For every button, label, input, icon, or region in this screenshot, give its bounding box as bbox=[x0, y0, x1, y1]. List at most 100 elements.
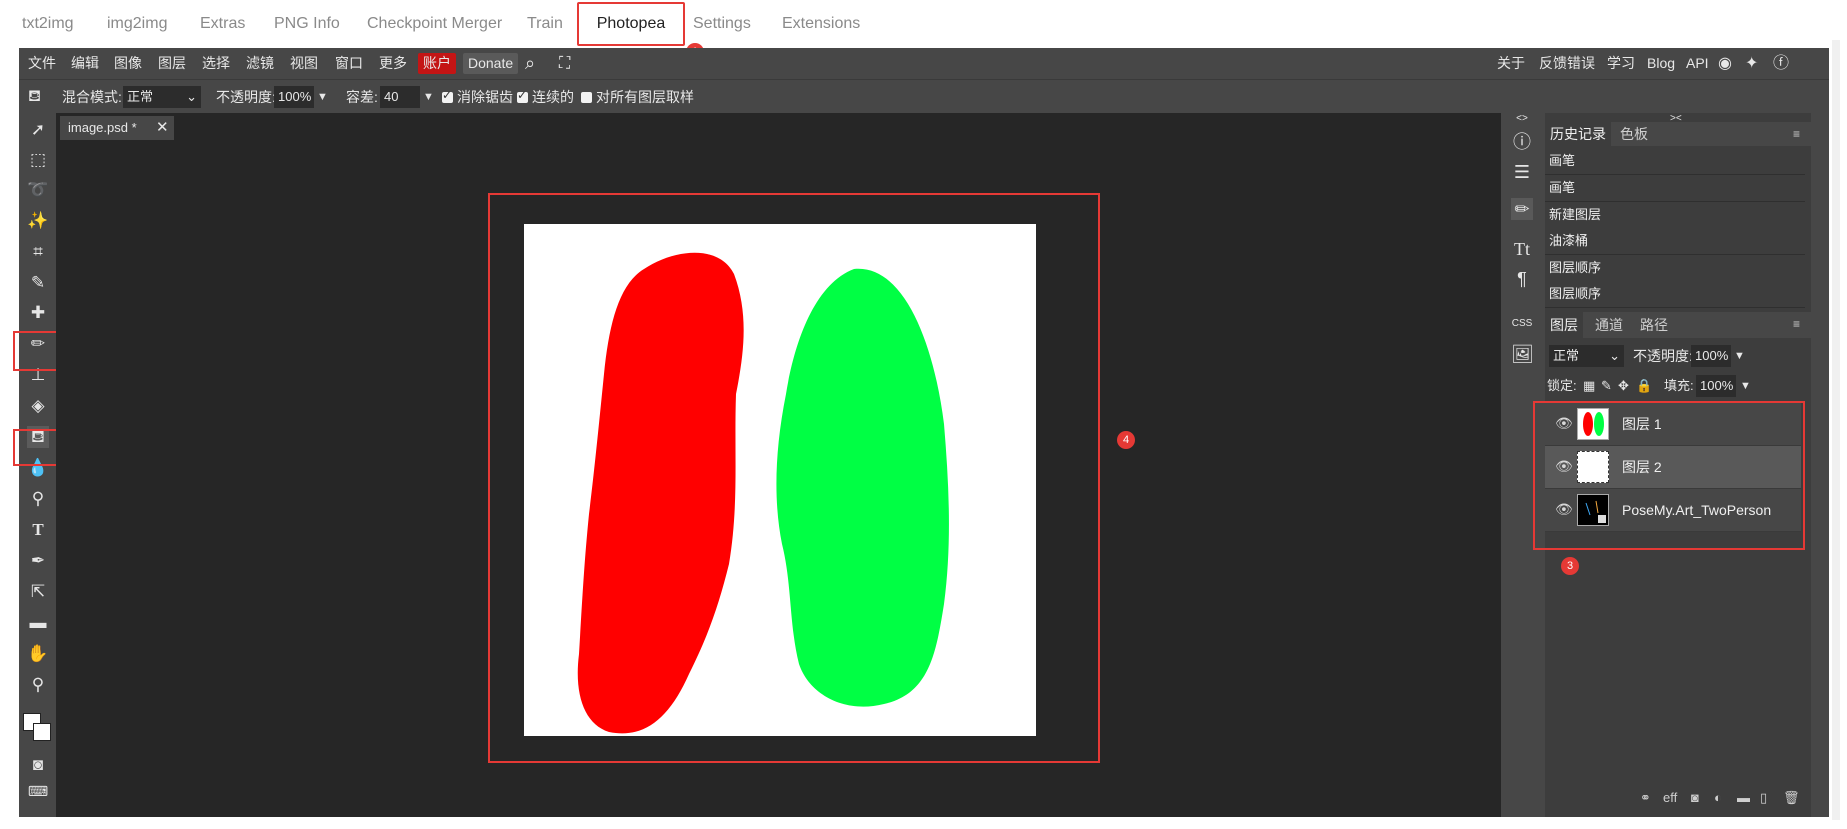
adjustment-icon[interactable]: ◐ bbox=[1714, 790, 1722, 805]
reddit-icon[interactable]: ◉ bbox=[1718, 48, 1732, 79]
menu-filter[interactable]: 滤镜 bbox=[246, 48, 274, 79]
history-item[interactable]: 画笔 bbox=[1545, 148, 1805, 175]
fill-input[interactable]: 100% bbox=[1696, 375, 1736, 397]
paragraph-icon[interactable]: ¶ bbox=[1511, 268, 1533, 290]
document-title: image.psd * bbox=[68, 120, 137, 135]
tab-txt2img[interactable]: txt2img bbox=[22, 10, 74, 38]
page-scrollbar[interactable] bbox=[1832, 40, 1840, 820]
crop-tool-icon[interactable]: ⌗ bbox=[27, 241, 49, 263]
background-color-swatch[interactable] bbox=[33, 723, 51, 741]
tab-photopea[interactable]: Photopea bbox=[577, 2, 685, 46]
tab-history[interactable]: 历史记录 bbox=[1545, 122, 1611, 146]
lock-position-icon[interactable]: ✥ bbox=[1618, 375, 1629, 397]
adjustments-icon[interactable]: ☰ bbox=[1511, 161, 1533, 183]
menu-layer[interactable]: 图层 bbox=[158, 48, 186, 79]
tab-swatches[interactable]: 色板 bbox=[1620, 122, 1648, 146]
tab-settings[interactable]: Settings bbox=[693, 10, 751, 38]
blend-mode-select[interactable]: 正常 ⌄ bbox=[123, 86, 201, 108]
shape-tool-icon[interactable]: ▬ bbox=[27, 612, 49, 634]
path-select-tool-icon[interactable]: ⇱ bbox=[27, 581, 49, 603]
account-button[interactable]: 账户 bbox=[418, 53, 456, 74]
history-item[interactable]: 图层顺序 bbox=[1545, 281, 1805, 308]
tab-train[interactable]: Train bbox=[527, 10, 563, 38]
menu-select[interactable]: 选择 bbox=[202, 48, 230, 79]
layer-blend-select[interactable]: 正常 ⌄ bbox=[1549, 345, 1624, 367]
info-icon[interactable]: ⓘ bbox=[1511, 131, 1533, 153]
fill-dropdown-icon[interactable]: ▼ bbox=[1740, 375, 1751, 397]
tab-layers[interactable]: 图层 bbox=[1545, 312, 1583, 338]
hand-tool-icon[interactable]: ✋ bbox=[27, 643, 49, 665]
zoom-tool-icon[interactable]: ⚲ bbox=[27, 674, 49, 696]
opacity-dropdown-icon[interactable]: ▼ bbox=[317, 80, 328, 114]
chevron-down-icon: ⌄ bbox=[1609, 348, 1620, 363]
layer-opacity-input[interactable]: 100% bbox=[1691, 345, 1731, 367]
healing-brush-tool-icon[interactable]: ✚ bbox=[27, 302, 49, 324]
menu-view[interactable]: 视图 bbox=[290, 48, 318, 79]
history-item[interactable]: 图层顺序 bbox=[1545, 255, 1805, 282]
link-icon[interactable]: ⚭ bbox=[1640, 790, 1651, 806]
menu-image[interactable]: 图像 bbox=[114, 48, 142, 79]
magic-wand-tool-icon[interactable]: ✨ bbox=[27, 210, 49, 232]
fullscreen-icon[interactable]: ⛶ bbox=[559, 48, 570, 79]
document-tab[interactable]: image.psd * ✕ bbox=[60, 116, 174, 140]
effects-icon[interactable]: eff bbox=[1663, 790, 1677, 805]
lasso-tool-icon[interactable]: ➰ bbox=[27, 179, 49, 201]
tolerance-input[interactable]: 40 bbox=[380, 86, 420, 108]
dodge-tool-icon[interactable]: ⚲ bbox=[27, 488, 49, 510]
tab-extensions[interactable]: Extensions bbox=[782, 10, 860, 38]
opacity-input[interactable]: 100% bbox=[274, 86, 314, 108]
search-icon[interactable]: ⌕ bbox=[525, 48, 535, 79]
contiguous-checkbox[interactable] bbox=[517, 88, 528, 103]
folder-icon[interactable]: ▬ bbox=[1737, 790, 1750, 805]
layer-opacity-dropdown-icon[interactable]: ▼ bbox=[1734, 345, 1745, 367]
expand-panels-icon[interactable]: <> bbox=[1511, 113, 1533, 125]
menu-edit[interactable]: 编辑 bbox=[71, 48, 99, 79]
menu-learn[interactable]: 学习 bbox=[1607, 48, 1635, 79]
marquee-tool-icon[interactable]: ⬚ bbox=[27, 149, 49, 171]
history-item[interactable]: 新建图层 bbox=[1545, 202, 1805, 229]
close-icon[interactable]: ✕ bbox=[156, 116, 169, 140]
image-icon[interactable]: 🖼 bbox=[1511, 343, 1534, 365]
eraser-tool-icon[interactable]: ◈ bbox=[27, 395, 49, 417]
history-item[interactable]: 画笔 bbox=[1545, 175, 1805, 202]
move-tool-icon[interactable]: ➚ bbox=[27, 119, 49, 141]
lock-all-icon[interactable]: 🔒 bbox=[1636, 375, 1652, 397]
antialias-checkbox[interactable] bbox=[442, 88, 453, 103]
character-icon[interactable]: Tt bbox=[1511, 238, 1533, 260]
tab-channels[interactable]: 通道 bbox=[1595, 312, 1623, 338]
tab-extras[interactable]: Extras bbox=[200, 10, 245, 38]
quick-mask-icon[interactable]: ◙ bbox=[27, 754, 49, 776]
new-layer-icon[interactable]: ▯ bbox=[1760, 790, 1767, 806]
menu-window[interactable]: 窗口 bbox=[335, 48, 363, 79]
twitter-icon[interactable]: ✦ bbox=[1745, 48, 1758, 79]
tolerance-dropdown-icon[interactable]: ▼ bbox=[423, 80, 434, 114]
menu-api[interactable]: API bbox=[1686, 48, 1709, 79]
type-tool-icon[interactable]: T bbox=[27, 519, 49, 541]
paint-bucket-tool-icon[interactable]: ⛾ bbox=[28, 80, 41, 114]
menu-about[interactable]: 关于 bbox=[1497, 48, 1525, 79]
menu-more[interactable]: 更多 bbox=[379, 48, 407, 79]
all-layers-checkbox[interactable] bbox=[581, 92, 592, 103]
lock-pixels-icon[interactable]: ✎ bbox=[1601, 375, 1612, 397]
css-icon[interactable]: CSS bbox=[1511, 313, 1533, 335]
pen-tool-icon[interactable]: ✒ bbox=[27, 550, 49, 572]
tab-png-info[interactable]: PNG Info bbox=[274, 10, 340, 38]
history-item[interactable]: 油漆桶 bbox=[1545, 228, 1805, 255]
tab-paths[interactable]: 路径 bbox=[1640, 312, 1668, 338]
brush-settings-icon[interactable]: ✏ bbox=[1511, 198, 1533, 220]
menu-blog[interactable]: Blog bbox=[1647, 48, 1675, 79]
trash-icon[interactable]: 🗑 bbox=[1783, 790, 1800, 806]
keyboard-icon[interactable]: ⌨ bbox=[27, 780, 49, 802]
tab-img2img[interactable]: img2img bbox=[107, 10, 167, 38]
panel-menu-icon[interactable]: ≡ bbox=[1793, 312, 1800, 336]
highlight-canvas bbox=[488, 193, 1100, 763]
donate-button[interactable]: Donate bbox=[463, 53, 519, 74]
panel-menu-icon[interactable]: ≡ bbox=[1793, 122, 1800, 146]
tab-checkpoint-merger[interactable]: Checkpoint Merger bbox=[367, 10, 502, 38]
menu-report-bug[interactable]: 反馈错误 bbox=[1539, 48, 1595, 79]
facebook-icon[interactable]: ⓕ bbox=[1773, 48, 1789, 79]
menu-file[interactable]: 文件 bbox=[28, 48, 56, 79]
mask-icon[interactable]: ◙ bbox=[1691, 790, 1699, 805]
lock-transparency-icon[interactable]: ▦ bbox=[1583, 375, 1595, 397]
eyedropper-tool-icon[interactable]: ✎ bbox=[27, 272, 49, 294]
